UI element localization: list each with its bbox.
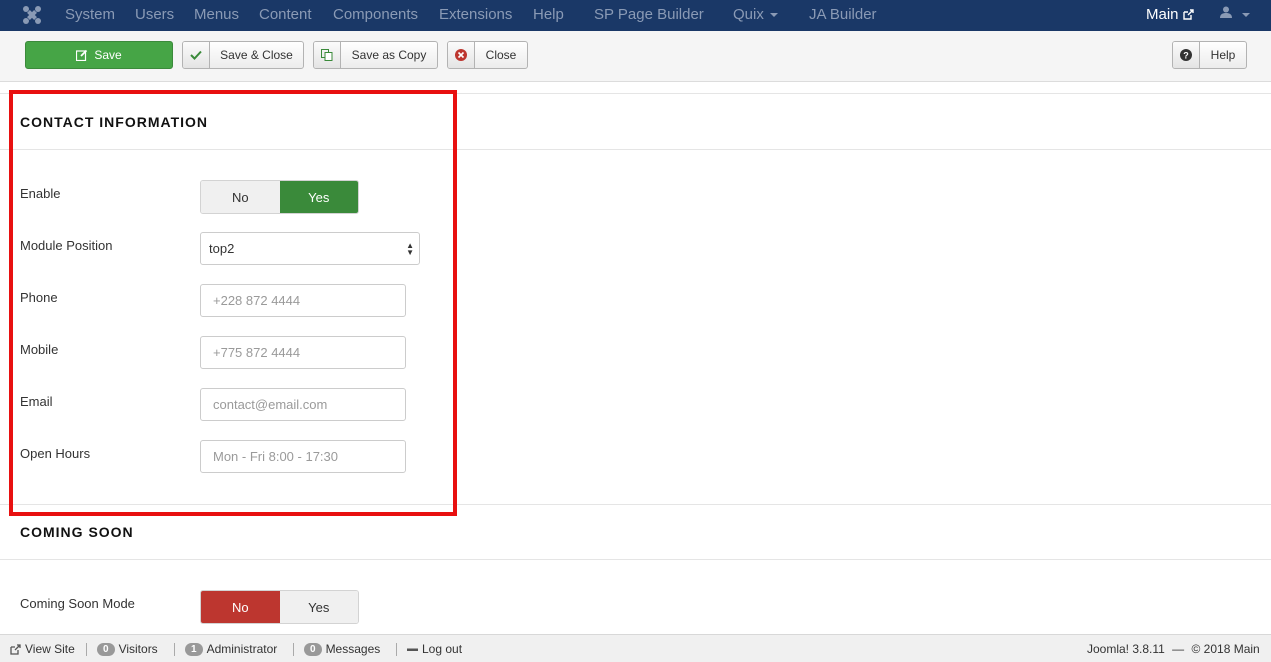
view-site-label: View Site <box>25 642 75 656</box>
email-field[interactable] <box>200 388 406 421</box>
question-icon: ? <box>1180 49 1192 61</box>
nav-menus[interactable]: Menus <box>194 6 239 23</box>
phone-field[interactable] <box>200 284 406 317</box>
nav-users[interactable]: Users <box>135 6 174 23</box>
nav-ja-builder[interactable]: JA Builder <box>809 6 877 23</box>
version-label: Joomla! 3.8.11 <box>1087 642 1165 656</box>
administrator-label: Administrator <box>206 642 278 656</box>
chevron-down-icon <box>1242 13 1251 18</box>
administrator-link[interactable]: 1 Administrator <box>185 642 277 656</box>
save-label: Save <box>94 48 122 62</box>
copyright-label: © 2018 Main <box>1191 642 1260 656</box>
coming-soon-toggle: No Yes <box>200 590 359 624</box>
administrator-badge: 1 <box>185 642 203 656</box>
email-label: Email <box>20 394 53 409</box>
messages-label: Messages <box>325 642 381 656</box>
top-navbar: System Users Menus Content Components Ex… <box>0 0 1271 31</box>
divider <box>0 93 1271 94</box>
coming-soon-mode-label: Coming Soon Mode <box>20 596 135 611</box>
save-button[interactable]: Save <box>25 41 173 69</box>
divider <box>0 559 1271 560</box>
mobile-field[interactable] <box>200 336 406 369</box>
open-hours-field[interactable] <box>200 440 406 473</box>
chevron-down-icon <box>769 13 778 18</box>
close-label: Close <box>485 48 517 62</box>
mobile-label: Mobile <box>20 342 59 357</box>
visitors-label: Visitors <box>118 642 158 656</box>
module-position-select[interactable]: top2 ▲ ▼ <box>200 232 420 265</box>
open-hours-label: Open Hours <box>20 446 91 461</box>
enable-no-option[interactable]: No <box>201 181 280 213</box>
divider <box>0 149 1271 150</box>
help-label: Help <box>1210 48 1236 62</box>
svg-text:?: ? <box>1183 51 1189 61</box>
status-bar: View Site 0 Visitors 1 Administrator 0 M… <box>0 634 1271 662</box>
nav-quix[interactable]: Quix <box>733 6 778 23</box>
select-arrows-icon: ▲ ▼ <box>406 241 414 257</box>
enable-label: Enable <box>20 186 61 201</box>
nav-content[interactable]: Content <box>259 6 312 23</box>
dash-separator: — <box>1168 642 1188 656</box>
module-position-label: Module Position <box>20 238 113 253</box>
nav-help[interactable]: Help <box>533 6 564 23</box>
visitors-link[interactable]: 0 Visitors <box>97 642 158 656</box>
version-info: Joomla! 3.8.11 — © 2018 Main <box>1087 642 1260 656</box>
site-link-label: Main <box>1146 6 1179 23</box>
divider <box>0 504 1271 505</box>
logout-link[interactable]: Log out <box>407 642 462 656</box>
copy-icon <box>321 49 333 61</box>
external-link-icon <box>10 643 21 655</box>
user-menu[interactable] <box>1220 6 1251 23</box>
toolbar: Save Save & Close Save as Copy Close ? H… <box>0 31 1271 82</box>
save-close-label: Save & Close <box>220 48 293 62</box>
nav-components[interactable]: Components <box>333 6 418 23</box>
save-as-copy-button[interactable]: Save as Copy <box>313 41 438 69</box>
visitors-badge: 0 <box>97 642 115 656</box>
help-button[interactable]: ? Help <box>1172 41 1247 69</box>
separator <box>86 643 87 656</box>
separator <box>293 643 294 656</box>
module-position-value: top2 <box>209 241 235 256</box>
nav-system[interactable]: System <box>65 6 115 23</box>
messages-link[interactable]: 0 Messages <box>304 642 380 656</box>
nav-extensions[interactable]: Extensions <box>439 6 512 23</box>
site-link[interactable]: Main <box>1146 6 1194 23</box>
check-icon <box>190 50 202 60</box>
phone-label: Phone <box>20 290 58 305</box>
minus-icon <box>407 648 418 651</box>
nav-quix-label: Quix <box>733 6 764 23</box>
enable-yes-option[interactable]: Yes <box>279 181 358 213</box>
separator <box>396 643 397 656</box>
enable-toggle: No Yes <box>200 180 359 214</box>
close-circle-icon <box>455 49 467 61</box>
view-site-link[interactable]: View Site <box>10 642 75 656</box>
external-link-icon <box>1182 9 1194 20</box>
separator <box>174 643 175 656</box>
logout-label: Log out <box>422 642 463 656</box>
coming-soon-no-option[interactable]: No <box>201 591 280 623</box>
coming-soon-section-title: COMING SOON <box>20 524 134 540</box>
save-close-button[interactable]: Save & Close <box>182 41 304 69</box>
contact-section-title: CONTACT INFORMATION <box>20 114 209 130</box>
edit-icon <box>76 49 88 61</box>
coming-soon-yes-option[interactable]: Yes <box>279 591 358 623</box>
nav-sp-page-builder[interactable]: SP Page Builder <box>594 6 704 23</box>
user-icon <box>1220 6 1232 18</box>
close-button[interactable]: Close <box>447 41 528 69</box>
messages-badge: 0 <box>304 642 322 656</box>
joomla-logo-icon[interactable] <box>22 5 42 25</box>
save-as-copy-label: Save as Copy <box>351 48 427 62</box>
